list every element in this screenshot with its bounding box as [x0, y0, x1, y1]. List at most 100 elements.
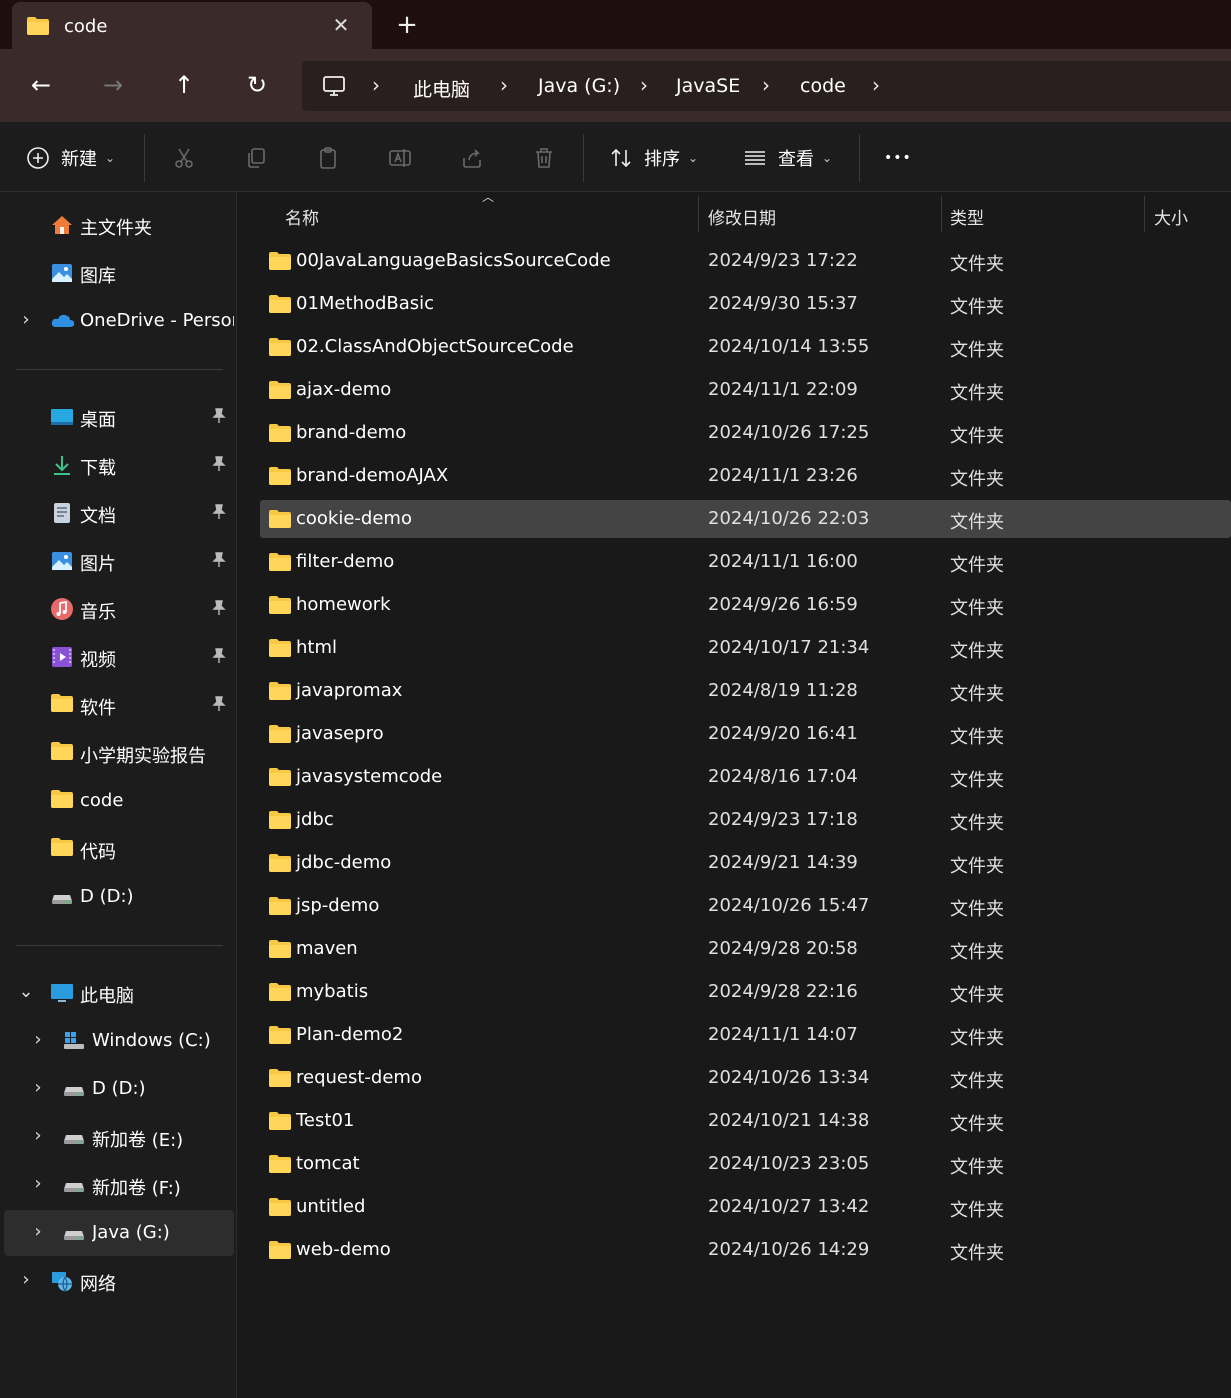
back-button[interactable]: ← — [27, 71, 55, 99]
sidebar-item-lab-reports[interactable]: 小学期实验报告 — [4, 730, 234, 776]
tab-title: code — [64, 16, 108, 37]
sidebar-item-network[interactable]: › 网络 — [4, 1258, 234, 1304]
column-divider[interactable] — [1144, 196, 1145, 232]
copy-button[interactable] — [243, 144, 269, 172]
file-row[interactable]: 02.ClassAndObjectSourceCode 2024/10/14 13… — [260, 328, 1231, 366]
breadcrumb-separator[interactable]: › — [762, 73, 770, 97]
pin-icon[interactable] — [212, 648, 226, 668]
forward-button[interactable]: → — [99, 71, 127, 99]
sidebar-item-pictures[interactable]: 图片 — [4, 538, 234, 584]
sidebar-item-home[interactable]: 主文件夹 — [4, 202, 234, 248]
file-modified-date: 2024/9/23 17:22 — [708, 250, 858, 271]
breadcrumb-separator[interactable]: › — [500, 73, 508, 97]
breadcrumb-code[interactable]: code — [800, 75, 846, 97]
file-row[interactable]: Test01 2024/10/21 14:38 文件夹 — [260, 1102, 1231, 1140]
up-button[interactable]: ↑ — [170, 71, 198, 99]
file-row[interactable]: web-demo 2024/10/26 14:29 文件夹 — [260, 1231, 1231, 1269]
pin-icon[interactable] — [212, 600, 226, 620]
breadcrumb-javase[interactable]: JavaSE — [676, 75, 740, 97]
pin-icon[interactable] — [212, 504, 226, 524]
breadcrumb-java-drive[interactable]: Java (G:) — [538, 75, 620, 97]
pin-icon[interactable] — [212, 552, 226, 572]
view-button[interactable]: 查看 ⌄ — [742, 144, 832, 172]
new-tab-button[interactable]: + — [394, 12, 420, 38]
sidebar-item-e-drive[interactable]: › 新加卷 (E:) — [4, 1114, 234, 1160]
file-row[interactable]: untitled 2024/10/27 13:42 文件夹 — [260, 1188, 1231, 1226]
file-row[interactable]: homework 2024/9/26 16:59 文件夹 — [260, 586, 1231, 624]
more-options-button[interactable]: ••• — [884, 144, 912, 172]
file-row[interactable]: maven 2024/9/28 20:58 文件夹 — [260, 930, 1231, 968]
file-row[interactable]: filter-demo 2024/11/1 16:00 文件夹 — [260, 543, 1231, 581]
breadcrumb-separator[interactable]: › — [872, 73, 880, 97]
file-row[interactable]: tomcat 2024/10/23 23:05 文件夹 — [260, 1145, 1231, 1183]
file-row[interactable]: brand-demo 2024/10/26 17:25 文件夹 — [260, 414, 1231, 452]
file-row[interactable]: javapromax 2024/8/19 11:28 文件夹 — [260, 672, 1231, 710]
pin-icon[interactable] — [212, 456, 226, 476]
file-row[interactable]: jdbc 2024/9/23 17:18 文件夹 — [260, 801, 1231, 839]
new-button[interactable]: 新建 ⌄ — [25, 144, 115, 172]
rename-button[interactable] — [387, 144, 413, 172]
column-divider[interactable] — [941, 196, 942, 232]
sidebar-item-f-drive[interactable]: › 新加卷 (F:) — [4, 1162, 234, 1208]
tab-code[interactable]: code ✕ — [12, 2, 372, 49]
file-row[interactable]: html 2024/10/17 21:34 文件夹 — [260, 629, 1231, 667]
column-header-size[interactable]: 大小 — [1154, 204, 1188, 229]
file-row[interactable]: javasystemcode 2024/8/16 17:04 文件夹 — [260, 758, 1231, 796]
delete-button[interactable] — [531, 144, 557, 172]
file-modified-date: 2024/9/30 15:37 — [708, 293, 858, 314]
chevron-right-icon[interactable]: › — [30, 1223, 46, 1241]
monitor-icon[interactable] — [322, 74, 346, 102]
list-view-icon — [742, 145, 768, 171]
sidebar-item-downloads[interactable]: 下载 — [4, 442, 234, 488]
breadcrumb-separator[interactable]: › — [372, 73, 380, 97]
sidebar-item-this-pc[interactable]: ⌄ 此电脑 — [4, 970, 234, 1016]
chevron-right-icon[interactable]: › — [30, 1127, 46, 1145]
chevron-right-icon[interactable]: › — [30, 1079, 46, 1097]
sidebar-item-c-drive[interactable]: › Windows (C:) — [4, 1018, 234, 1064]
sidebar-item-software[interactable]: 软件 — [4, 682, 234, 728]
column-divider[interactable] — [698, 196, 699, 232]
column-header-name[interactable]: 名称 — [285, 204, 319, 229]
sidebar-item-onedrive[interactable]: › OneDrive - Person — [4, 298, 234, 344]
sidebar-item-gallery[interactable]: 图库 — [4, 250, 234, 296]
column-header-type[interactable]: 类型 — [950, 204, 984, 229]
file-row[interactable]: mybatis 2024/9/28 22:16 文件夹 — [260, 973, 1231, 1011]
breadcrumb-this-pc[interactable]: 此电脑 — [413, 75, 470, 102]
file-row[interactable]: request-demo 2024/10/26 13:34 文件夹 — [260, 1059, 1231, 1097]
file-name: html — [296, 637, 338, 658]
sidebar-item-videos[interactable]: 视频 — [4, 634, 234, 680]
file-row[interactable]: Plan-demo2 2024/11/1 14:07 文件夹 — [260, 1016, 1231, 1054]
sidebar-item-code[interactable]: code — [4, 778, 234, 824]
cut-button[interactable] — [171, 144, 197, 172]
refresh-button[interactable]: ↻ — [243, 71, 271, 99]
chevron-right-icon[interactable]: › — [18, 311, 34, 329]
file-row[interactable]: brand-demoAJAX 2024/11/1 23:26 文件夹 — [260, 457, 1231, 495]
chevron-right-icon[interactable]: › — [18, 1271, 34, 1289]
sidebar-item-daima[interactable]: 代码 — [4, 826, 234, 872]
sidebar-item-music[interactable]: 音乐 — [4, 586, 234, 632]
address-bar[interactable]: › 此电脑 › Java (G:) › JavaSE › code › — [302, 61, 1231, 111]
pin-icon[interactable] — [212, 696, 226, 716]
column-header-modified[interactable]: 修改日期 — [708, 204, 776, 229]
sidebar-item-desktop[interactable]: 桌面 — [4, 394, 234, 440]
sidebar-item-g-drive[interactable]: › Java (G:) — [4, 1210, 234, 1256]
paste-button[interactable] — [315, 144, 341, 172]
chevron-down-icon[interactable]: ⌄ — [18, 983, 34, 1001]
file-row[interactable]: cookie-demo 2024/10/26 22:03 文件夹 — [260, 500, 1231, 538]
file-row[interactable]: 00JavaLanguageBasicsSourceCode 2024/9/23 … — [260, 242, 1231, 280]
sidebar-item-documents[interactable]: 文档 — [4, 490, 234, 536]
chevron-right-icon[interactable]: › — [30, 1175, 46, 1193]
file-row[interactable]: jdbc-demo 2024/9/21 14:39 文件夹 — [260, 844, 1231, 882]
pin-icon[interactable] — [212, 408, 226, 428]
close-tab-icon[interactable]: ✕ — [330, 14, 352, 36]
file-row[interactable]: 01MethodBasic 2024/9/30 15:37 文件夹 — [260, 285, 1231, 323]
chevron-right-icon[interactable]: › — [30, 1031, 46, 1049]
share-button[interactable] — [459, 144, 485, 172]
sidebar-item-d-drive[interactable]: › D (D:) — [4, 1066, 234, 1112]
file-row[interactable]: jsp-demo 2024/10/26 15:47 文件夹 — [260, 887, 1231, 925]
file-row[interactable]: ajax-demo 2024/11/1 22:09 文件夹 — [260, 371, 1231, 409]
file-row[interactable]: javasepro 2024/9/20 16:41 文件夹 — [260, 715, 1231, 753]
sidebar-item-d-drive-quick[interactable]: D (D:) — [4, 874, 234, 920]
sort-button[interactable]: 排序 ⌄ — [608, 144, 698, 172]
breadcrumb-separator[interactable]: › — [640, 73, 648, 97]
